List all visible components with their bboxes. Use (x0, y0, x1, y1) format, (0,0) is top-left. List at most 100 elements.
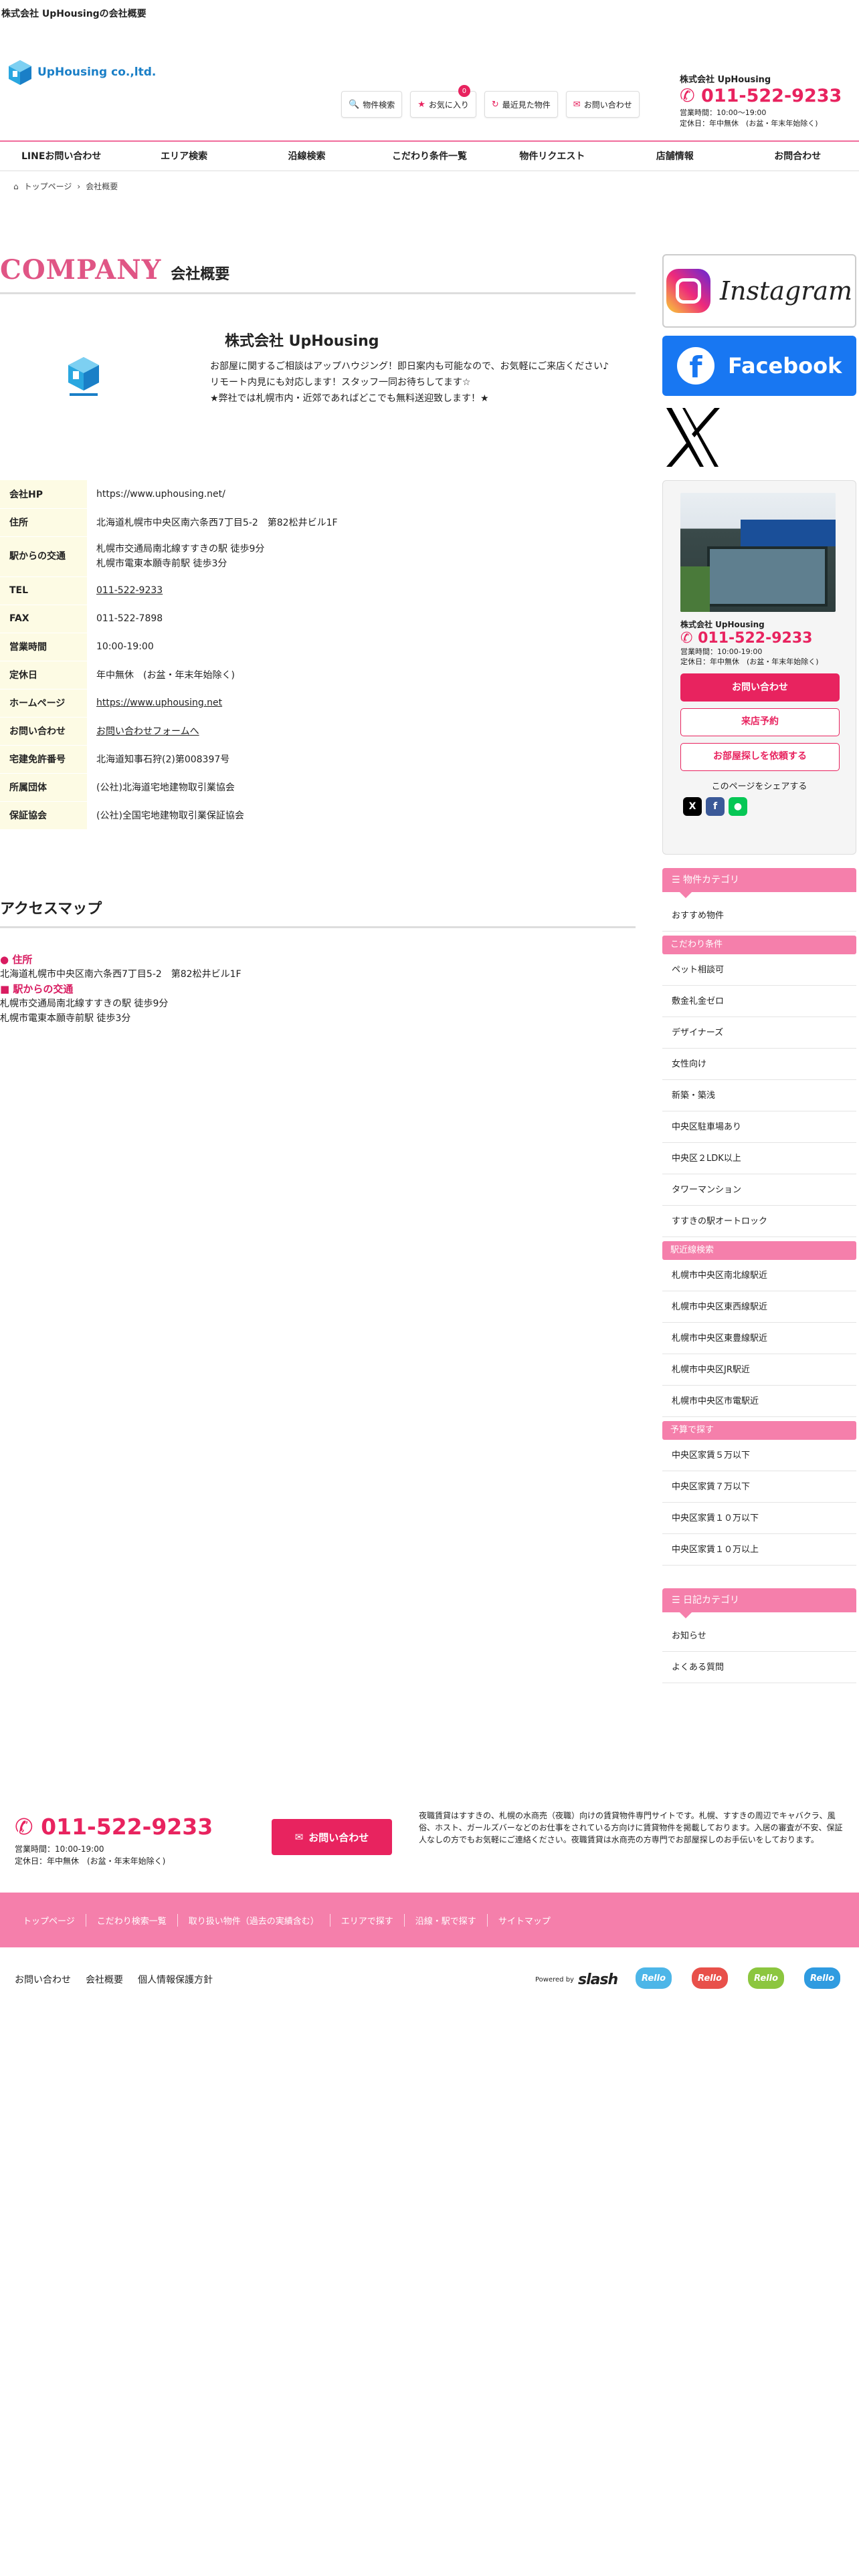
rello-badge: Rello (804, 1967, 840, 1989)
category-item[interactable]: 札幌市中央区南北線駅近 (662, 1260, 856, 1291)
logo-text: UpHousing co.,ltd. (37, 66, 157, 79)
favorite-button[interactable]: ★ お気に入り 0 (410, 85, 476, 118)
footer-nav-item[interactable]: サイトマップ (486, 1913, 561, 1927)
category-item[interactable]: 札幌市中央区JR駅近 (662, 1354, 856, 1386)
row-label: ホームページ (0, 689, 87, 718)
shop-photo-plant (680, 566, 710, 612)
shop-hours: 営業時間：10:00-19:00 (680, 647, 763, 656)
diary-item[interactable]: よくある質問 (662, 1652, 856, 1683)
category-item[interactable]: 敷金礼金ゼロ (662, 986, 856, 1017)
site-header: UpHousing co.,ltd. 🔍 物件検索 ★ お気に入り 0 ↻ 最近見た物件… (0, 27, 859, 140)
room-request-button[interactable]: お部屋探しを依頼する (680, 743, 840, 771)
category-item[interactable]: 中央区家賃１０万以上 (662, 1534, 856, 1566)
address-label: ● 住所 (0, 952, 636, 967)
category-item[interactable]: 新築・築浅 (662, 1080, 856, 1111)
nav-kodawari[interactable]: こだわり条件一覧 (368, 142, 490, 171)
contact-button[interactable]: ✉ お問い合わせ (565, 91, 640, 118)
category-item[interactable]: 中央区家賃５万以下 (662, 1440, 856, 1471)
nav-request[interactable]: 物件リクエスト (491, 142, 613, 171)
row-value: 011-522-9233 (87, 576, 636, 605)
breadcrumb-home[interactable]: トップページ (24, 181, 72, 192)
facebook-banner[interactable]: f Facebook (662, 336, 856, 396)
nav-line-contact[interactable]: LINEお問い合わせ (0, 142, 122, 171)
footer-hours-block: 営業時間：10:00-19:00 定休日：年中無休 (お盆・年末年始除く) (15, 1843, 165, 1867)
powered-by-brand: slash (577, 1971, 618, 1988)
header-company-name: 株式会社 UpHousing (680, 75, 771, 85)
x-logo-icon[interactable] (662, 404, 723, 471)
phone-icon: ✆ (680, 630, 693, 647)
category-item[interactable]: おすすめ物件 (662, 900, 856, 932)
history-button[interactable]: ↻ 最近見た物件 (484, 91, 558, 118)
instagram-banner[interactable]: Instagram (662, 254, 856, 328)
facebook-share-icon[interactable]: f (706, 797, 725, 816)
shop-photo-window (707, 546, 828, 607)
footer-tel[interactable]: ✆ 011-522-9233 (15, 1814, 213, 1840)
category-item[interactable]: 中央区駐車場あり (662, 1111, 856, 1143)
footer-tel-number: 011-522-9233 (41, 1814, 213, 1840)
footer-description: 夜職賃貸はすすきの、札幌の水商売（夜職）向けの賃貸物件専門サイトです。札幌、すす… (419, 1811, 843, 1844)
tel-link[interactable]: 011-522-9233 (96, 585, 163, 596)
nav-shop-info[interactable]: 店舗情報 (613, 142, 736, 171)
footer-nav-item[interactable]: トップページ (15, 1914, 86, 1927)
map-pin-icon: ● (0, 953, 9, 966)
visit-reserve-button[interactable]: 来店予約 (680, 708, 840, 736)
shop-contact-button[interactable]: お問い合わせ (680, 673, 840, 702)
row-label: 会社HP (0, 480, 87, 509)
nav-line-search[interactable]: 沿線検索 (246, 142, 368, 171)
category-item[interactable]: 女性向け (662, 1049, 856, 1080)
footer-link[interactable]: 個人情報保護方針 (138, 1973, 213, 1986)
shop-tel[interactable]: ✆ 011-522-9233 (680, 630, 838, 647)
mail-icon: ✉ (294, 1831, 304, 1843)
phone-icon: ✆ (680, 86, 695, 106)
category-item[interactable]: デザイナーズ (662, 1017, 856, 1049)
line-share-icon[interactable]: ● (729, 797, 747, 816)
category-item[interactable]: 札幌市中央区市電駅近 (662, 1386, 856, 1417)
table-row: ホームページ https://www.uphousing.net (0, 689, 636, 718)
shop-card: 株式会社 UpHousing ✆ 011-522-9233 営業時間：10:00… (662, 480, 856, 855)
nav-contact[interactable]: お問合わせ (737, 142, 859, 171)
category-item[interactable]: 中央区家賃１０万以下 (662, 1503, 856, 1534)
header-tel[interactable]: ✆ 011-522-9233 (680, 85, 842, 108)
search-button[interactable]: 🔍 物件検索 (341, 91, 403, 118)
footer-nav: トップページ こだわり検索一覧 取り扱い物件（過去の実績含む） エリアで探す 沿… (0, 1893, 859, 1947)
footer-nav-item[interactable]: エリアで探す (329, 1913, 404, 1927)
diary-heading-text: 日記カテゴリ (683, 1595, 740, 1606)
footer-link[interactable]: 会社概要 (86, 1973, 123, 1986)
subcategory-budget: 予算で探す (662, 1421, 856, 1440)
nav-area-search[interactable]: エリア検索 (122, 142, 245, 171)
address-label-text: 住所 (12, 953, 33, 966)
category-item[interactable]: ペット相談可 (662, 954, 856, 986)
row-label: FAX (0, 605, 87, 633)
row-value: (公社)北海道宅地建物取引業協会 (87, 773, 636, 802)
footer-nav-item[interactable]: こだわり検索一覧 (85, 1913, 177, 1927)
global-nav: LINEお問い合わせ エリア検索 沿線検索 こだわり条件一覧 物件リクエスト 店… (0, 140, 859, 171)
category-item[interactable]: 中央区家賃７万以下 (662, 1471, 856, 1503)
page-title-ja: 会社概要 (171, 266, 230, 283)
row-label: 定休日 (0, 661, 87, 689)
homepage-link[interactable]: https://www.uphousing.net (96, 697, 222, 708)
footer-bottom-links: お問い合わせ 会社概要 個人情報保護方針 (15, 1973, 213, 1986)
footer-nav-item[interactable]: 取り扱い物件（過去の実績含む） (177, 1913, 330, 1927)
footer-nav-item[interactable]: 沿線・駅で探す (403, 1913, 487, 1927)
category-item[interactable]: 中央区２LDK以上 (662, 1143, 856, 1174)
row-value: (公社)全国宅地建物取引業保証協会 (87, 801, 636, 830)
x-share-icon[interactable]: X (683, 797, 702, 816)
table-row: 所属団体 (公社)北海道宅地建物取引業協会 (0, 773, 636, 802)
row-label: 宅建免許番号 (0, 745, 87, 774)
footer-contact-button[interactable]: ✉ お問い合わせ (272, 1819, 392, 1855)
footer-holiday: 定休日：年中無休 (お盆・年末年始除く) (15, 1856, 166, 1866)
site-logo[interactable]: UpHousing co.,ltd. (7, 59, 156, 86)
station-label-text: 駅からの交通 (13, 982, 74, 995)
category-item[interactable]: 札幌市中央区東西線駅近 (662, 1291, 856, 1323)
footer-link[interactable]: お問い合わせ (15, 1973, 71, 1986)
category-item[interactable]: すすきの駅オートロック (662, 1206, 856, 1237)
table-row: 住所 北海道札幌市中央区南六条西7丁目5-2 第82松井ビル1F (0, 508, 636, 537)
instagram-label: Instagram (719, 276, 853, 306)
company-info-table: 会社HP https://www.uphousing.net/ 住所 北海道札幌市中… (0, 480, 636, 830)
diary-item[interactable]: お知らせ (662, 1620, 856, 1652)
category-item[interactable]: 札幌市中央区東豊線駅近 (662, 1323, 856, 1354)
contact-form-link[interactable]: お問い合わせフォームへ (96, 726, 199, 737)
category-item[interactable]: タワーマンション (662, 1174, 856, 1206)
row-value: 北海道札幌市中央区南六条西7丁目5-2 第82松井ビル1F (87, 508, 636, 537)
list-icon: ☰ (672, 1595, 680, 1606)
